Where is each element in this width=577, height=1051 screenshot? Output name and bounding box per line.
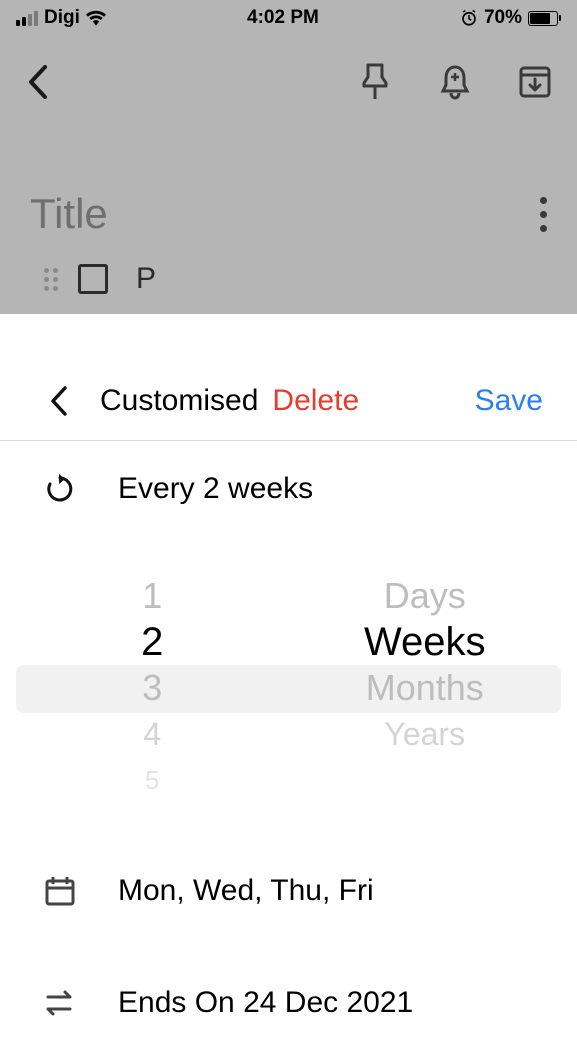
repeat-end-row[interactable]: Ends On 24 Dec 2021 (0, 939, 577, 1051)
reminder-button[interactable] (437, 64, 473, 100)
checklist-item-text[interactable]: P (136, 262, 156, 296)
checklist-item[interactable]: P (0, 238, 577, 296)
picker-number-option[interactable]: 3 (142, 665, 162, 711)
picker-unit-option[interactable]: Days (384, 573, 466, 619)
unit-picker-column[interactable]: Days Weeks Months Years (289, 573, 562, 803)
bell-plus-icon (439, 63, 471, 101)
wifi-icon (86, 10, 106, 26)
save-button[interactable]: Save (475, 384, 543, 418)
pin-icon (360, 63, 390, 101)
drag-handle-icon[interactable] (44, 268, 58, 291)
archive-icon (518, 65, 552, 99)
battery-icon (528, 11, 561, 26)
back-button[interactable] (20, 64, 56, 100)
sheet-back-button[interactable] (50, 386, 68, 416)
days-summary-label: Mon, Wed, Thu, Fri (118, 874, 374, 908)
picker-unit-option[interactable]: Years (384, 711, 465, 757)
chevron-left-icon (27, 65, 49, 99)
repeat-summary-label: Every 2 weeks (118, 472, 313, 506)
checkbox[interactable] (78, 264, 108, 294)
interval-picker[interactable]: 1 2 3 4 5 Days Weeks Months Years (16, 573, 561, 803)
delete-button[interactable]: Delete (272, 384, 359, 418)
repeat-frequency-row[interactable]: Every 2 weeks (0, 441, 577, 537)
repeat-settings-sheet: Customised Delete Save Every 2 weeks 1 2… (0, 314, 577, 1024)
repeat-days-row[interactable]: Mon, Wed, Thu, Fri (0, 843, 577, 939)
picker-number-option[interactable]: 4 (143, 711, 161, 757)
note-title-input[interactable]: Title (30, 190, 108, 238)
status-bar: Digi 4:02 PM 70% (0, 0, 577, 36)
carrier-label: Digi (44, 7, 80, 29)
picker-number-option[interactable]: 1 (142, 573, 162, 619)
sheet-title: Customised (100, 384, 258, 418)
picker-number-option[interactable]: 2 (141, 619, 163, 665)
battery-pct-label: 70% (484, 7, 522, 29)
picker-unit-option[interactable]: Weeks (364, 619, 486, 665)
picker-unit-option[interactable]: Months (366, 665, 484, 711)
calendar-icon (42, 873, 78, 909)
chevron-left-icon (50, 386, 68, 416)
ends-summary-label: Ends On 24 Dec 2021 (118, 986, 413, 1020)
alarm-icon (460, 9, 478, 27)
picker-number-option[interactable]: 5 (145, 757, 159, 803)
pin-button[interactable] (357, 64, 393, 100)
clock-label: 4:02 PM (247, 7, 319, 29)
signal-icon (16, 11, 38, 26)
repeat-arrows-icon (42, 985, 78, 1021)
number-picker-column[interactable]: 1 2 3 4 5 (16, 573, 289, 803)
repeat-icon (42, 471, 78, 507)
archive-button[interactable] (517, 64, 553, 100)
more-button[interactable] (540, 197, 547, 232)
